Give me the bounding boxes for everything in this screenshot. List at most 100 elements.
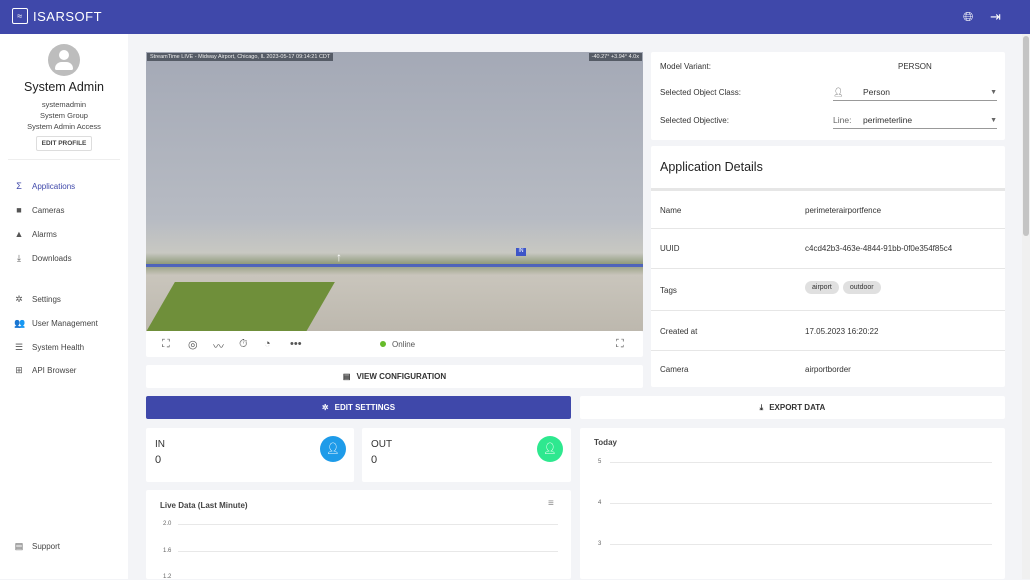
- sidebar-item-cameras[interactable]: ■ Cameras: [14, 205, 64, 215]
- out-label: OUT: [371, 439, 393, 450]
- sidebar-item-alarms[interactable]: ▲ Alarms: [14, 229, 57, 239]
- logo-icon: ≈: [12, 8, 28, 24]
- y-tick: 1.6: [163, 548, 172, 554]
- brand-name: ISARSOFT: [33, 8, 103, 24]
- stream-overlay-info: StreamTime LIVE - Midway Airport, Chicag…: [147, 53, 334, 61]
- scrollbar-thumb[interactable]: [1023, 36, 1029, 236]
- nav-label: Settings: [32, 295, 61, 304]
- nav-label: System Health: [32, 343, 85, 352]
- y-tick: 2.0: [163, 521, 172, 527]
- edit-profile-button[interactable]: EDIT PROFILE: [36, 136, 92, 151]
- direction-arrow-icon: ↑: [336, 250, 342, 264]
- profile-access: System Admin Access: [27, 122, 101, 131]
- globe-icon[interactable]: 🌐︎: [963, 9, 973, 25]
- divider: [8, 159, 120, 160]
- detail-row: Camera airportborder: [651, 350, 1005, 387]
- fullscreen-icon[interactable]: ⛶: [616, 338, 624, 351]
- camera-icon: ■: [16, 205, 22, 215]
- timer-icon[interactable]: ⏱: [239, 338, 248, 351]
- chevron-down-icon: ▼: [990, 116, 997, 124]
- api-icon: ⊞: [15, 365, 23, 375]
- sidebar-item-applications[interactable]: Σ Applications: [14, 181, 75, 191]
- gridline: [610, 503, 992, 504]
- gridline: [178, 524, 558, 525]
- nav-label: Support: [32, 542, 61, 551]
- person-icon: 👤︎: [833, 86, 844, 97]
- select-value: Person: [863, 87, 890, 97]
- sidebar-item-settings[interactable]: ✲ Settings: [14, 294, 61, 305]
- profile-username: systemadmin: [41, 100, 87, 109]
- document-icon: ▤: [342, 372, 351, 381]
- detail-key: UUID: [660, 244, 680, 253]
- detail-value: 17.05.2023 16:20:22: [805, 327, 879, 336]
- sidebar-item-downloads[interactable]: ⤓ Downloads: [14, 253, 72, 264]
- gridline: [610, 544, 992, 545]
- detail-key: Name: [660, 206, 682, 215]
- target-icon[interactable]: ◎: [188, 338, 198, 351]
- nav-label: Downloads: [32, 254, 72, 263]
- perimeter-line: [146, 264, 643, 267]
- live-data-chart: Live Data (Last Minute) ≡ 2.0 1.6 1.2: [146, 490, 571, 580]
- detail-key: Tags: [660, 286, 677, 295]
- nav-label: Applications: [32, 181, 76, 191]
- chevron-down-icon: ▼: [990, 88, 997, 96]
- profile-group: System Group: [40, 111, 88, 120]
- sidebar-item-system-health[interactable]: ☰ System Health: [14, 342, 84, 353]
- profile-name: System Admin: [24, 80, 104, 94]
- avatar: [48, 44, 80, 76]
- camera-stream[interactable]: ↑ IN StreamTime LIVE - Midway Airport, C…: [146, 52, 643, 331]
- details-title: Application Details: [660, 160, 763, 174]
- status-text: Online: [392, 340, 416, 349]
- detail-row: UUID c4cd42b3-463e-4844-91bb-0f0e354f85c4: [651, 228, 1005, 268]
- button-label: EDIT SETTINGS: [334, 403, 396, 412]
- chart-title: Today: [594, 438, 617, 447]
- speedometer-icon[interactable]: ◔: [264, 338, 271, 350]
- top-bar: ≈ ISARSOFT 🌐︎ ⇥: [0, 0, 1030, 34]
- y-tick: 1.2: [163, 574, 172, 580]
- nav-label: User Management: [32, 319, 98, 328]
- gridline: [610, 462, 992, 463]
- view-configuration-button[interactable]: ▤ VIEW CONFIGURATION: [146, 365, 643, 388]
- detail-row: Tags airport outdoor: [651, 268, 1005, 310]
- y-tick: 4: [598, 500, 602, 506]
- y-tick: 5: [598, 459, 602, 465]
- tag-chip[interactable]: airport: [805, 281, 839, 294]
- in-label: IN: [155, 439, 165, 450]
- export-data-button[interactable]: ⤓ EXPORT DATA: [580, 396, 1005, 419]
- grass-area: [146, 282, 335, 331]
- object-class-select[interactable]: 👤︎ Person ▼: [833, 84, 997, 101]
- objective-label: Selected Objective:: [660, 116, 729, 125]
- detail-key: Camera: [660, 365, 689, 374]
- gridline: [178, 551, 558, 552]
- scrollbar[interactable]: [1022, 34, 1030, 579]
- chat-icon: ▤: [14, 541, 24, 551]
- detail-value: perimeterairportfence: [805, 206, 882, 215]
- sidebar-item-api-browser[interactable]: ⊞ API Browser: [14, 365, 76, 376]
- brand-logo[interactable]: ≈ ISARSOFT: [12, 8, 102, 24]
- nav-label: API Browser: [32, 366, 77, 375]
- download-icon: ⤓: [759, 402, 764, 412]
- edit-settings-button[interactable]: ✲ EDIT SETTINGS: [146, 396, 571, 419]
- video-toolbar: ⛶ ◎ 〰 ⏱ ◔ ••• Online ⛶: [146, 331, 643, 357]
- sidebar-item-user-management[interactable]: 👥 User Management: [14, 318, 98, 329]
- objective-select[interactable]: Line: perimeterline ▼: [833, 112, 997, 129]
- sidebar-item-support[interactable]: ▤ Support: [14, 541, 60, 552]
- button-label: EXPORT DATA: [769, 403, 826, 412]
- variant-label: Model Variant:: [660, 62, 711, 71]
- more-icon[interactable]: •••: [290, 338, 302, 350]
- gear-icon: ✲: [15, 294, 23, 304]
- detail-row: Created at 17.05.2023 16:20:22: [651, 310, 1005, 350]
- profile-info: systemadmin System Group System Admin Ac…: [0, 99, 128, 132]
- button-label: VIEW CONFIGURATION: [356, 372, 447, 381]
- nav-label: Cameras: [32, 205, 65, 215]
- in-value: 0: [155, 454, 162, 466]
- select-prefix: Line:: [833, 115, 852, 125]
- status-dot: [380, 341, 386, 347]
- menu-icon[interactable]: ≡: [548, 498, 554, 509]
- focus-icon[interactable]: ⛶: [162, 338, 170, 351]
- model-card: Model Variant: PERSON Selected Object Cl…: [651, 52, 1005, 140]
- trend-icon[interactable]: 〰: [213, 338, 224, 354]
- tag-chip[interactable]: outdoor: [842, 281, 881, 294]
- logout-icon[interactable]: ⇥: [990, 9, 1001, 25]
- y-tick: 3: [598, 541, 602, 547]
